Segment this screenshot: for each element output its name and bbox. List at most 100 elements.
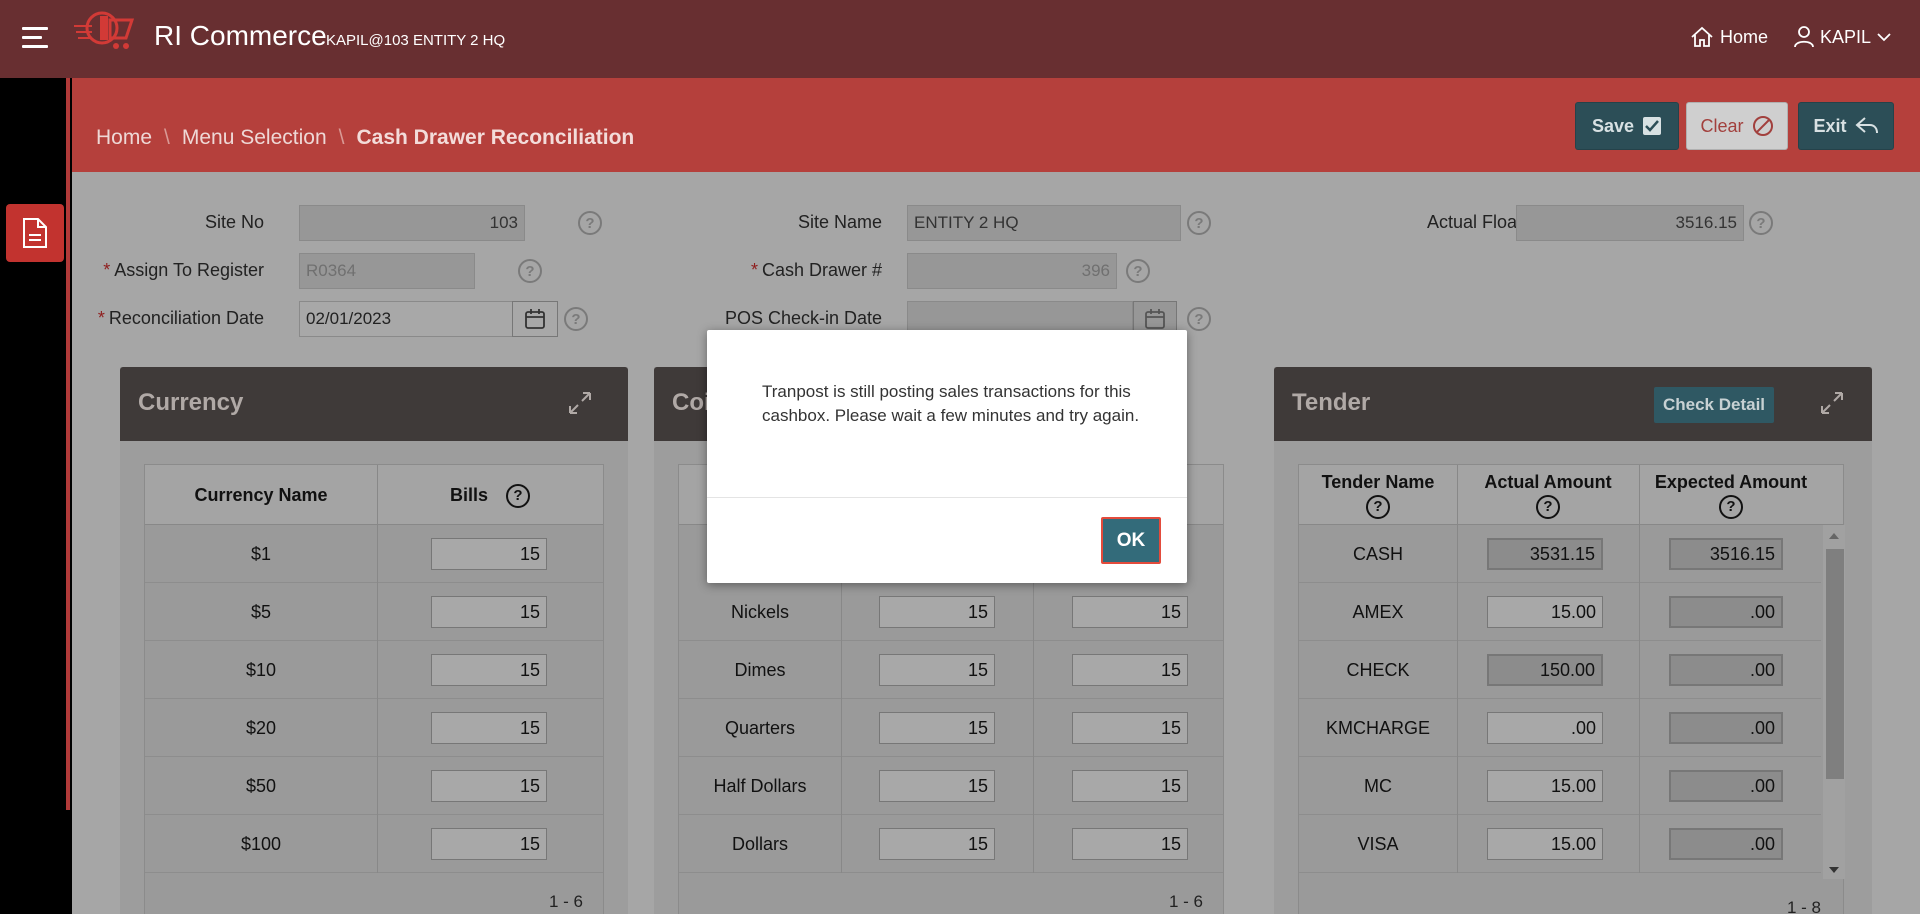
coin-rolls-input[interactable]: 15 [1072, 828, 1188, 860]
column-divider [841, 699, 842, 757]
sidebar-document-button[interactable] [6, 204, 64, 262]
user-menu-label: KAPIL [1820, 26, 1872, 47]
coin-count-input[interactable]: 15 [879, 828, 995, 860]
coin-rolls-input[interactable]: 15 [1072, 654, 1188, 686]
app-title: RI Commerce [154, 20, 327, 51]
column-header-expected-amount-label: Expected Amount [1654, 472, 1808, 492]
currency-panel-header: Currency [120, 367, 628, 441]
column-divider [1457, 583, 1458, 641]
coin-count-input[interactable]: 15 [879, 712, 995, 744]
cash-drawer-label-text: Cash Drawer # [761, 260, 882, 280]
bills-input[interactable]: 15 [431, 770, 547, 802]
currency-pager: 1 - 6 [549, 892, 584, 911]
expand-icon[interactable] [566, 389, 594, 417]
actual-float-help-icon[interactable]: ? [1749, 211, 1773, 235]
scrollbar-thumb[interactable] [1826, 549, 1844, 779]
expected-amount-field: 3516.15 [1669, 538, 1783, 570]
ri-commerce-logo[interactable] [70, 8, 146, 70]
column-divider [377, 815, 378, 873]
column-divider [841, 583, 842, 641]
coin-rolls-input[interactable]: 15 [1072, 712, 1188, 744]
bills-input[interactable]: 15 [431, 596, 547, 628]
cash-drawer-help-icon[interactable]: ? [1126, 259, 1150, 283]
tender-name-cell: CHECK [1346, 659, 1410, 680]
clear-button[interactable]: Clear [1686, 102, 1788, 150]
tender-panel-title: Tender [1292, 389, 1371, 416]
pos-checkin-help-icon[interactable]: ? [1187, 307, 1211, 331]
site-no-help-icon[interactable]: ? [578, 211, 602, 235]
actual-amount-input: 150.00 [1487, 654, 1603, 686]
scroll-up-icon[interactable] [1823, 529, 1845, 543]
column-divider [841, 815, 842, 873]
bills-help-icon[interactable]: ? [506, 484, 530, 508]
column-divider [1033, 757, 1034, 815]
required-marker: * [103, 260, 111, 280]
recon-date-input[interactable]: 02/01/2023 [299, 301, 513, 337]
breadcrumb-home[interactable]: Home [96, 126, 152, 150]
dialog-message: Tranpost is still posting sales transact… [762, 382, 1140, 425]
coin-panel-title: Coi [672, 389, 711, 416]
coin-count-input[interactable]: 15 [879, 654, 995, 686]
coin-rolls-input[interactable]: 15 [1072, 596, 1188, 628]
actual-amount-input[interactable]: 15.00 [1487, 828, 1603, 860]
required-marker: * [750, 260, 758, 280]
site-name-help-icon[interactable]: ? [1187, 211, 1211, 235]
calendar-icon [525, 309, 545, 329]
currency-name-cell: $100 [240, 833, 282, 854]
user-menu[interactable]: KAPIL [1794, 26, 1891, 48]
bills-input[interactable]: 15 [431, 538, 547, 570]
coin-count-input[interactable]: 15 [879, 596, 995, 628]
top-bar: RI Commerce KAPIL@103 ENTITY 2 HQ Home K… [0, 0, 1920, 78]
tender-pager: 1 - 8 [1787, 898, 1822, 914]
site-no-field: 103 [299, 205, 525, 241]
coin-rolls-input[interactable]: 15 [1072, 770, 1188, 802]
column-divider [1457, 815, 1458, 873]
expand-icon[interactable] [1818, 389, 1846, 417]
expected-amount-field: .00 [1669, 828, 1783, 860]
bills-input[interactable]: 15 [431, 654, 547, 686]
table-row: $20 15 [145, 699, 603, 757]
column-divider [1639, 525, 1640, 583]
assign-register-label: * Assign To Register [102, 260, 264, 281]
ok-button[interactable]: OK [1101, 517, 1161, 564]
exit-button[interactable]: Exit [1798, 102, 1894, 150]
coin-name-cell: Dimes [734, 659, 786, 680]
bills-input[interactable]: 15 [431, 712, 547, 744]
tender-name-help-icon[interactable]: ? [1366, 495, 1390, 519]
expected-amount-field: .00 [1669, 712, 1783, 744]
actual-float-field: 3516.15 [1516, 205, 1744, 241]
actual-amount-input[interactable]: 15.00 [1487, 770, 1603, 802]
table-row: $10 15 [145, 641, 603, 699]
column-divider [377, 525, 378, 583]
pos-checkin-label: POS Check-in Date [724, 308, 882, 328]
tender-name-cell: CASH [1352, 543, 1403, 564]
table-row: Dimes 15 15 [679, 641, 1223, 699]
breadcrumb-separator: \ [338, 126, 345, 149]
recon-date-calendar-button[interactable] [512, 301, 558, 337]
assign-register-help-icon[interactable]: ? [518, 259, 542, 283]
actual-amount-input[interactable]: 15.00 [1487, 596, 1603, 628]
tender-name-cell: AMEX [1352, 601, 1404, 622]
column-divider [377, 641, 378, 699]
column-header-bills: Bills ? [377, 465, 603, 525]
column-divider [1457, 641, 1458, 699]
save-button[interactable]: Save [1575, 102, 1679, 150]
hamburger-menu-icon[interactable] [22, 27, 48, 49]
recon-date-help-icon[interactable]: ? [564, 307, 588, 331]
coin-count-input[interactable]: 15 [879, 770, 995, 802]
expected-amount-help-icon[interactable]: ? [1719, 495, 1743, 519]
check-detail-button[interactable]: Check Detail [1654, 387, 1774, 423]
scroll-down-icon[interactable] [1823, 863, 1845, 877]
breadcrumb-menu-selection[interactable]: Menu Selection [182, 126, 327, 150]
column-divider [841, 757, 842, 815]
actual-amount-help-icon[interactable]: ? [1536, 495, 1560, 519]
actual-amount-input[interactable]: .00 [1487, 712, 1603, 744]
bills-input[interactable]: 15 [431, 828, 547, 860]
column-divider [377, 757, 378, 815]
assign-register-field: R0364 [299, 253, 475, 289]
nav-home-link[interactable]: Home [1690, 26, 1768, 48]
table-row: MC 15.00 .00 [1299, 757, 1821, 815]
user-context: KAPIL@103 ENTITY 2 HQ [326, 32, 506, 49]
tender-scrollbar[interactable] [1823, 525, 1845, 879]
table-row: CASH 3531.15 3516.15 [1299, 525, 1821, 583]
